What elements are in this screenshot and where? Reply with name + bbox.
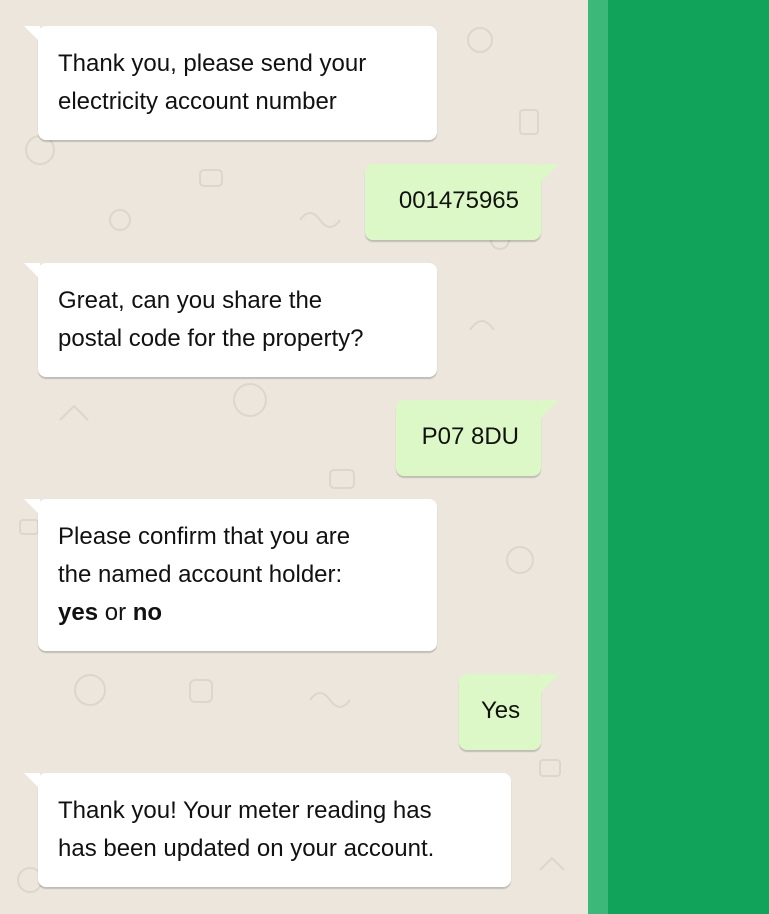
message-text: the named account holder: <box>58 561 343 588</box>
message-text: Yes <box>481 697 521 724</box>
message-bubble-incoming[interactable]: Thank you, please send your electricity … <box>24 26 437 140</box>
side-panel <box>608 0 769 914</box>
bubble-tail <box>24 26 40 42</box>
message-text: P07 8DU <box>421 423 519 450</box>
option-separator: or <box>104 599 127 626</box>
message-text: Great, can you share the <box>58 287 323 314</box>
bubble-tail <box>24 773 40 789</box>
message-text: Thank you! Your meter reading has <box>58 797 432 824</box>
answer-options: yes or no <box>58 594 417 632</box>
message-text: Thank you, please send your <box>58 50 367 77</box>
chat-message-list[interactable]: Thank you, please send your electricity … <box>0 0 588 914</box>
message-text: electricity account number <box>58 88 337 115</box>
bubble-tail <box>539 400 559 420</box>
bubble-tail <box>539 674 559 694</box>
bubble-tail <box>24 263 40 279</box>
message-bubble-incoming[interactable]: Thank you! Your meter reading has has be… <box>24 773 511 887</box>
message-bubble-outgoing[interactable]: 001475965 <box>365 164 559 240</box>
message-text: postal code for the property? <box>58 325 364 352</box>
message-text: has been updated on your account. <box>58 835 435 862</box>
message-bubble-incoming[interactable]: Please confirm that you are the named ac… <box>24 499 437 651</box>
option-no: no <box>132 599 163 626</box>
option-yes: yes <box>58 599 99 626</box>
panel-edge-stripe <box>588 0 608 914</box>
message-text: Please confirm that you are <box>58 523 351 550</box>
message-text: 001475965 <box>398 187 519 214</box>
bubble-tail <box>539 164 559 184</box>
chat-screen: Thank you, please send your electricity … <box>0 0 769 914</box>
message-bubble-incoming[interactable]: Great, can you share the postal code for… <box>24 263 437 377</box>
message-bubble-outgoing[interactable]: P07 8DU <box>396 400 559 476</box>
bubble-tail <box>24 499 40 515</box>
message-bubble-outgoing[interactable]: Yes <box>459 674 559 750</box>
